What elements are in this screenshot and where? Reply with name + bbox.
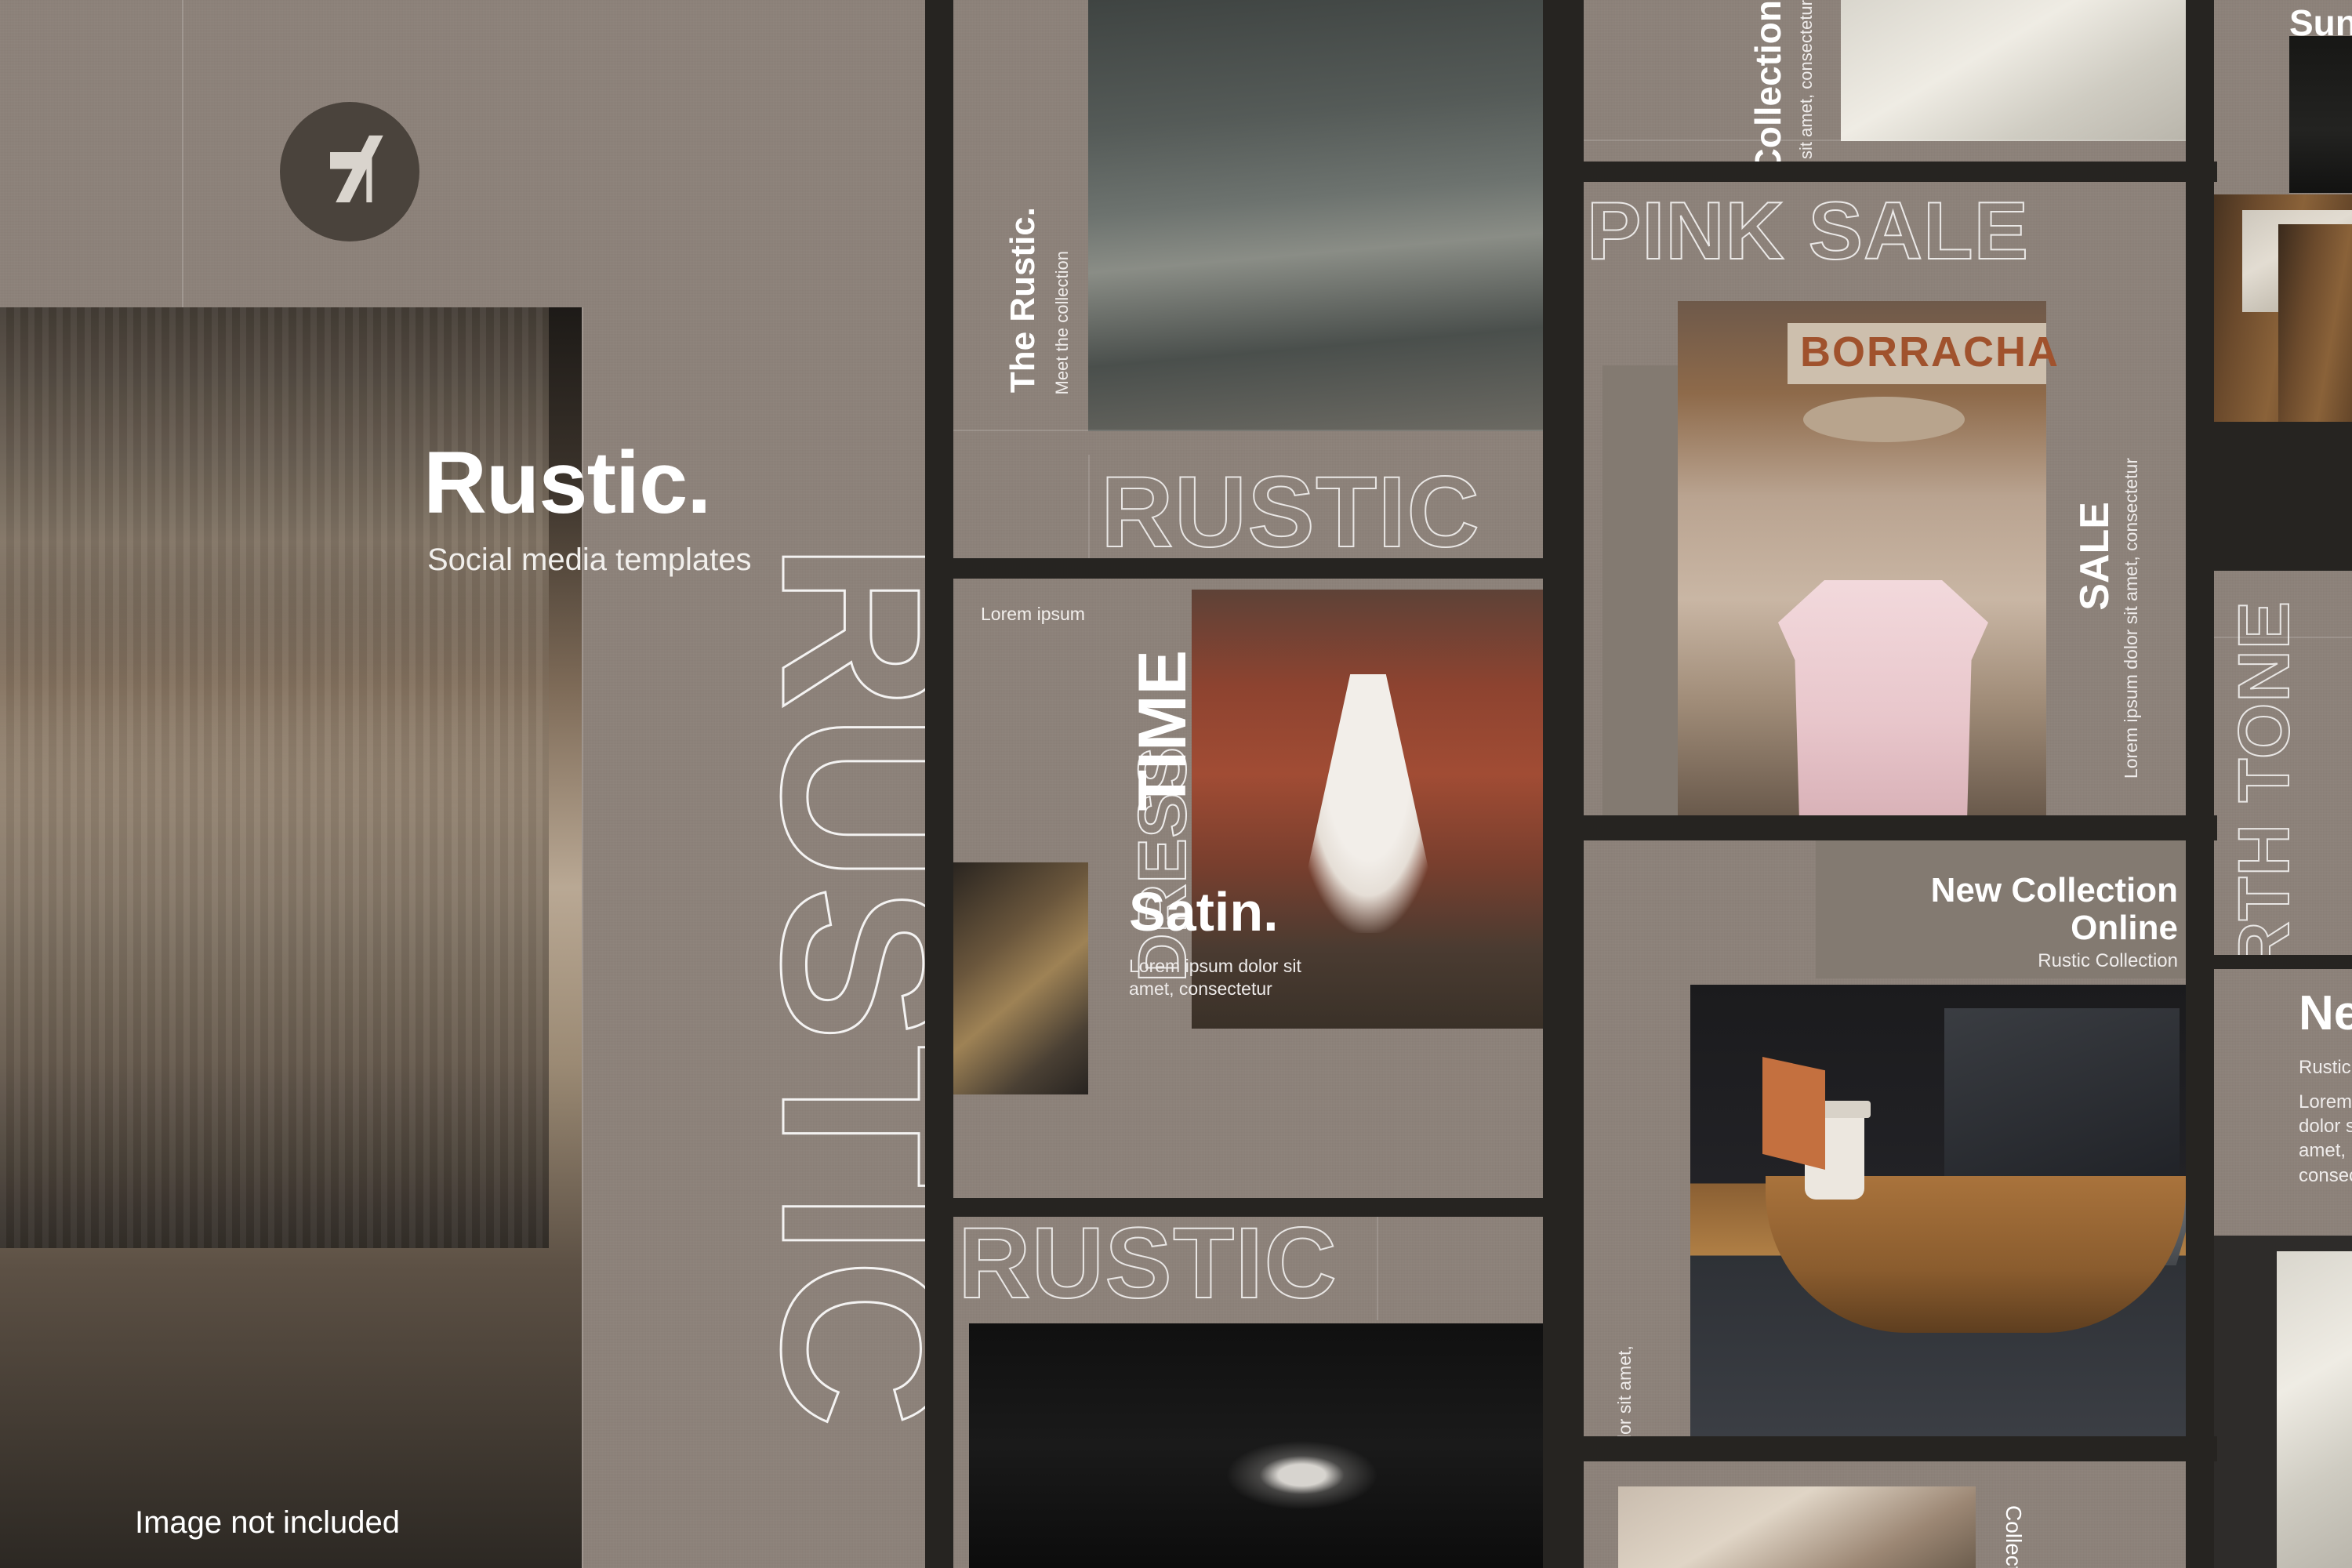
new-collection-line1: New Collection [1930, 871, 2178, 909]
rustic-outline-top: RUSTIC [1100, 456, 1481, 569]
new-collection-subtitle: Rustic Collection [2038, 950, 2178, 971]
gutter-row-2 [925, 1198, 1568, 1217]
borracha-sign-text: BORRACHA [1800, 328, 2060, 376]
gutter-mid [1543, 0, 1584, 1568]
dress-time-eyebrow: Lorem ipsum [981, 604, 1085, 624]
image-disclaimer: Image not included [135, 1505, 401, 1540]
rustic-monogram-icon [330, 135, 383, 203]
new-right-title: New [2299, 986, 2352, 1040]
gutter-row-1 [925, 558, 1568, 579]
gutter-right [2186, 0, 2214, 1568]
ballet-dancer-photo [969, 1323, 1543, 1568]
page-title: Rustic. [423, 434, 711, 532]
pink-sale-vertical-title: SALE [2072, 502, 2118, 611]
gutter-row-5 [1543, 1436, 2217, 1461]
collection-top-title: Collection [1748, 0, 1788, 175]
brand-logo-badge[interactable] [280, 102, 419, 241]
new-right-body: Lorem ipsum dolor sit amet, consectetur [2299, 1091, 2352, 1186]
hand-texture-photo [1618, 1486, 1976, 1568]
gutter-left [925, 0, 953, 1568]
earth-tone-rule [2214, 637, 2352, 638]
pink-shirt-shape [1778, 580, 1988, 815]
the-rustic-rule [953, 430, 1543, 431]
ballet-card-rule [1377, 1217, 1378, 1320]
dress-time-heading: Satin. [1129, 881, 1279, 942]
dark-wood-photo [2289, 36, 2352, 193]
gutter-row-3 [1543, 162, 2217, 182]
page-subtitle: Social media templates [427, 543, 752, 577]
sunlit-plant-photo [953, 862, 1088, 1094]
new-right-photo [2277, 1251, 2352, 1568]
concrete-corridor-photo [1088, 0, 1543, 431]
orange-shelf-shape [1762, 1057, 1825, 1170]
gutter-row-4 [1543, 815, 2217, 840]
rustic-outline-top-rule [1088, 455, 1090, 558]
gutter-right-2 [2186, 955, 2352, 969]
bottom-right-vertical-title: Collection [2002, 1505, 2026, 1568]
laptop-screen [1944, 1008, 2180, 1196]
the-rustic-title: The Rustic. [1004, 207, 1042, 394]
gutter-right-1 [2186, 422, 2352, 571]
new-right-subtitle: Rustic Collection [2299, 1057, 2352, 1078]
hero-vertical-rule [182, 0, 183, 314]
model-hat [1803, 397, 1965, 442]
pink-sale-wordmark: PINK SALE [1586, 185, 2030, 278]
collection-top-rule [1584, 140, 2186, 141]
new-collection-line2: Online [2071, 909, 2178, 947]
dress-time-body: Lorem ipsum dolor sit amet, consectetur [1129, 956, 1301, 1000]
time-word-solid: TIME [1125, 650, 1200, 811]
rustic-outline-bottom: RUSTIC [957, 1207, 1338, 1320]
the-rustic-subtitle: Meet the collection [1052, 251, 1072, 395]
template-showcase-canvas: Rustic. Social media templates RUSTIC Im… [0, 0, 2352, 1568]
